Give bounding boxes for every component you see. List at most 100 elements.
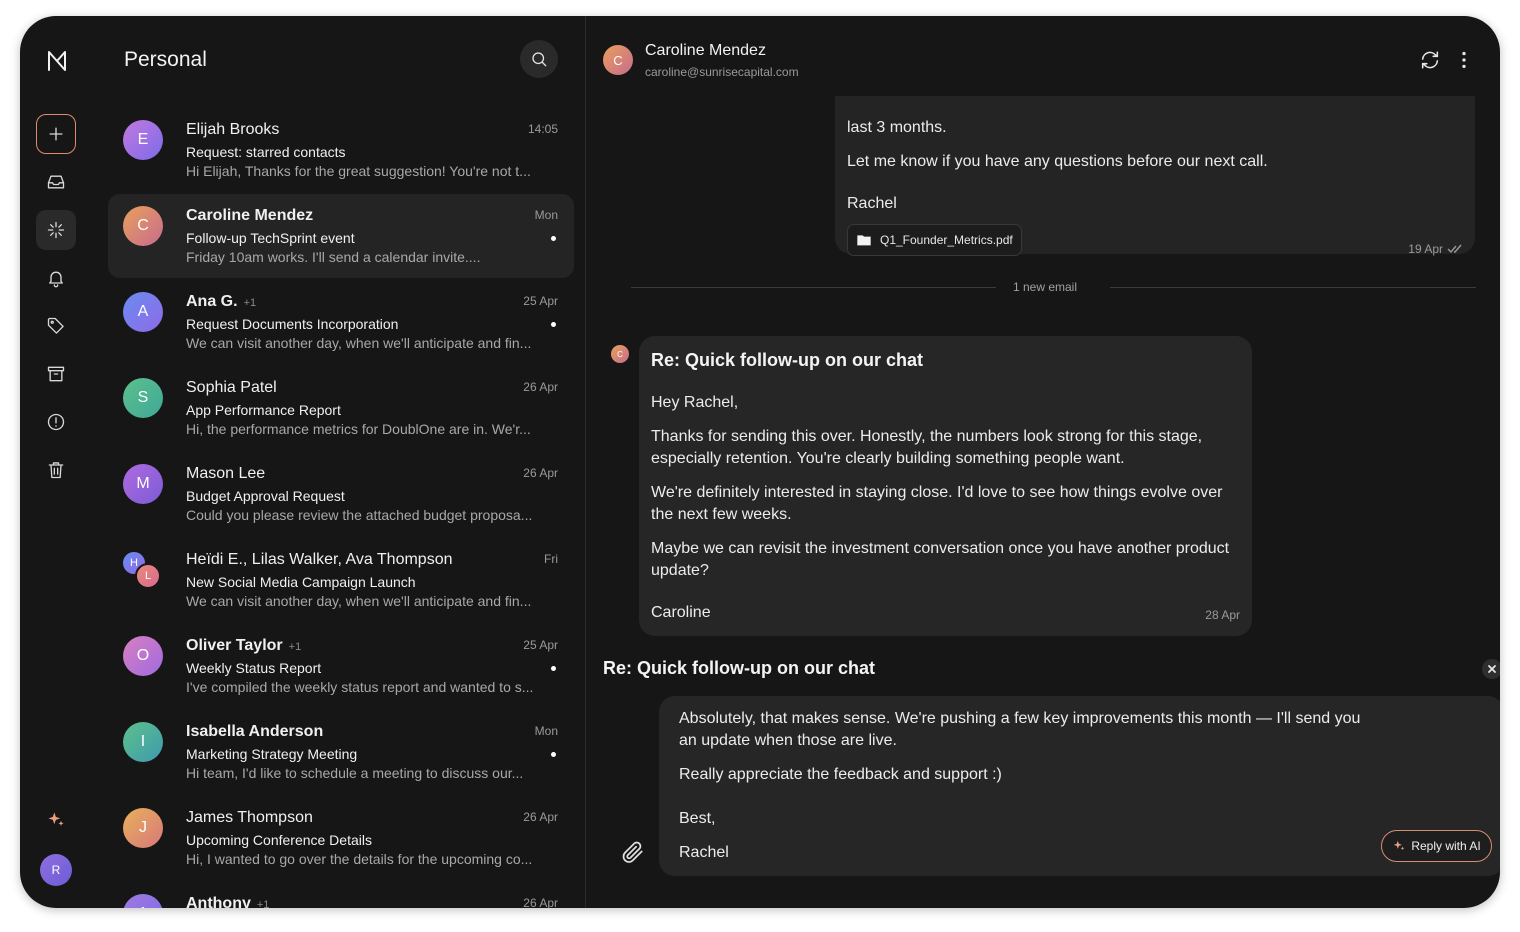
search-icon — [532, 52, 547, 67]
email-row-james-thompson[interactable]: J James Thompson 26 Apr Upcoming Confere… — [108, 796, 574, 880]
app-logo-icon[interactable] — [45, 49, 69, 73]
sender-name: Mason Lee — [186, 465, 266, 482]
reply-subject: Re: Quick follow-up on our chat — [603, 658, 875, 678]
email-subject: Weekly Status Report — [186, 660, 322, 676]
search-button[interactable] — [520, 40, 558, 78]
reply-with-ai-button[interactable]: Reply with AI — [1381, 830, 1492, 862]
folder-title: Personal — [124, 48, 207, 71]
more-vertical-icon — [1462, 51, 1466, 69]
archive-icon — [47, 366, 65, 382]
sender-email: caroline@sunrisecapital.com — [645, 65, 799, 79]
avatar: L — [135, 563, 161, 589]
refresh-icon — [1421, 51, 1439, 69]
reply-paragraph[interactable]: Really appreciate the feedback and suppo… — [679, 764, 1379, 786]
sender-name: Elijah Brooks — [186, 121, 280, 138]
unread-dot — [551, 752, 556, 757]
attachment-name: Q1_Founder_Metrics.pdf — [880, 233, 1013, 247]
message-greeting: Hey Rachel, — [651, 394, 739, 411]
read-checkmarks-icon — [1447, 244, 1462, 254]
compose-button[interactable] — [36, 114, 76, 154]
message-subject: Re: Quick follow-up on our chat — [651, 350, 923, 370]
reading-pane: C Caroline Mendez caroline@sunrisecapita… — [586, 16, 1500, 908]
email-preview: We can visit another day, when we'll ant… — [186, 335, 532, 351]
paperclip-icon — [622, 841, 643, 863]
message-paragraph: We're definitely interested in staying c… — [651, 484, 1223, 523]
email-row-isabella-anderson[interactable]: I Isabella Anderson Mon Marketing Strate… — [108, 710, 574, 794]
message-date: 28 Apr — [1205, 608, 1240, 622]
avatar: S — [123, 378, 163, 418]
unread-dot — [551, 236, 556, 241]
reply-editor[interactable]: Absolutely, that makes sense. We're push… — [659, 696, 1500, 876]
email-subject: Budget Approval Request — [186, 488, 345, 504]
magic-button[interactable] — [36, 210, 76, 250]
email-subject: Follow-up TechSprint event — [186, 230, 355, 246]
user-avatar[interactable]: R — [40, 854, 72, 886]
bell-icon — [49, 271, 63, 288]
sender-name: Anthony +1 — [186, 895, 269, 908]
refresh-button[interactable] — [1418, 48, 1442, 72]
email-preview: Hi, I wanted to go over the details for … — [186, 851, 533, 867]
reply-paragraph[interactable]: Absolutely, that makes sense. We're push… — [679, 708, 1379, 752]
email-row-mason-lee[interactable]: M Mason Lee 26 Apr Budget Approval Reque… — [108, 452, 574, 536]
tag-icon — [47, 317, 64, 334]
email-time: Mon — [534, 208, 558, 222]
email-row-caroline-mendez[interactable]: C Caroline Mendez Mon Follow-up TechSpri… — [108, 194, 574, 278]
email-row-elijah-brooks[interactable]: E Elijah Brooks 14:05 Request: starred c… — [108, 108, 574, 192]
plus-icon — [49, 127, 63, 141]
email-time: 26 Apr — [523, 380, 558, 394]
attachment-chip[interactable]: Q1_Founder_Metrics.pdf — [847, 224, 1022, 256]
ai-assistant-button[interactable] — [36, 800, 76, 840]
reply-with-ai-label: Reply with AI — [1411, 839, 1481, 853]
divider-line — [1110, 287, 1476, 288]
sent-message-card: last 3 months. Let me know if you have a… — [835, 96, 1475, 256]
participant-count: +1 — [256, 899, 270, 908]
new-email-label: 1 new email — [1012, 280, 1078, 294]
mail-app-window: R Personal E Elijah Brooks 14:05 Request… — [20, 16, 1500, 908]
message-signoff: Caroline — [651, 604, 711, 621]
email-list-panel: Personal E Elijah Brooks 14:05 Request: … — [92, 16, 586, 908]
email-preview: We can visit another day, when we'll ant… — [186, 593, 532, 609]
more-options-button[interactable] — [1452, 48, 1476, 72]
avatar: M — [123, 464, 163, 504]
email-time: 26 Apr — [523, 896, 558, 908]
inbox-button[interactable] — [36, 162, 76, 202]
nav-rail: R — [20, 16, 92, 908]
email-time: 26 Apr — [523, 810, 558, 824]
message-paragraph: Maybe we can revisit the investment conv… — [651, 540, 1230, 579]
spam-button[interactable] — [36, 402, 76, 442]
attach-file-button[interactable] — [620, 839, 648, 867]
reply-signature[interactable]: Rachel — [679, 842, 1379, 864]
divider-line — [631, 287, 996, 288]
email-row-oliver-taylor[interactable]: O Oliver Taylor +1 25 Apr Weekly Status R… — [108, 624, 574, 708]
labels-button[interactable] — [36, 306, 76, 346]
sender-name: Caroline Mendez — [645, 42, 766, 59]
sender-name: Ana G. +1 — [186, 293, 257, 310]
email-preview: Friday 10am works. I'll send a calendar … — [186, 249, 481, 265]
archive-button[interactable] — [36, 354, 76, 394]
unread-dot — [551, 666, 556, 671]
avatar: E — [123, 120, 163, 160]
sparkles-icon — [48, 812, 64, 826]
sender-avatar[interactable]: C — [603, 45, 633, 75]
trash-icon — [48, 462, 64, 479]
email-preview: Hi Elijah, Thanks for the great suggesti… — [186, 163, 531, 179]
notifications-button[interactable] — [36, 258, 76, 298]
email-subject: App Performance Report — [186, 402, 341, 418]
message-text: last 3 months. — [847, 119, 947, 136]
alert-circle-icon — [47, 413, 65, 431]
trash-button[interactable] — [36, 450, 76, 490]
reply-closing[interactable]: Best, — [679, 808, 1379, 830]
message-sender-avatar: C — [611, 345, 629, 363]
sender-name: James Thompson — [186, 809, 313, 826]
close-reply-button[interactable] — [1482, 659, 1500, 679]
avatar: C — [123, 206, 163, 246]
email-row-group-thread[interactable]: H L Heïdi E., Lilas Walker, Ava Thompson… — [108, 538, 574, 622]
email-subject: Marketing Strategy Meeting — [186, 746, 358, 762]
email-row-ana-g[interactable]: A Ana G. +1 25 Apr Request Documents Inco… — [108, 280, 574, 364]
sender-name: Sophia Patel — [186, 379, 277, 396]
email-time: Mon — [534, 724, 558, 738]
conversation-thread[interactable]: last 3 months. Let me know if you have a… — [586, 96, 1500, 636]
email-row-anthony[interactable]: A Anthony+1 26 Apr — [108, 882, 574, 908]
email-row-sophia-patel[interactable]: S Sophia Patel 26 Apr App Performance Re… — [108, 366, 574, 450]
email-preview: Hi, the performance metrics for DoublOne… — [186, 421, 531, 437]
